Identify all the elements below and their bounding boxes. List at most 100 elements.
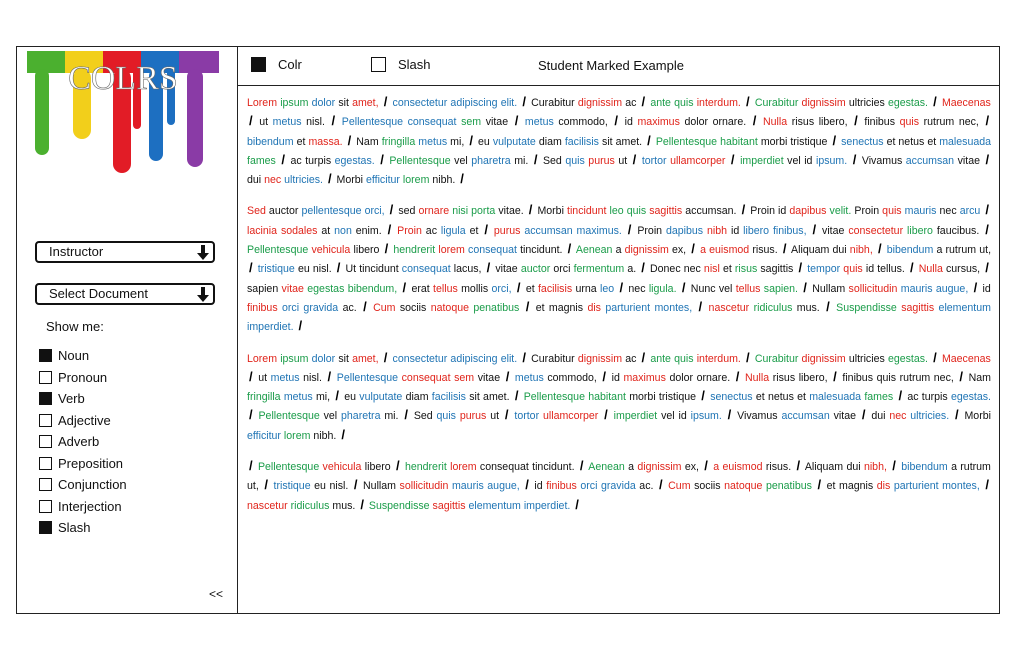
word-token: arcu [959,205,981,218]
option-checkbox[interactable] [39,499,52,513]
word-token: fames [247,154,276,167]
word-token: metus [270,371,300,384]
word-token: Aliquam dui [791,244,847,257]
slash-mark: / [602,368,607,384]
select-document-dropdown[interactable]: Select Document [35,283,215,305]
option-slash[interactable]: Slash [39,517,127,539]
slash-checkbox[interactable] [371,57,386,72]
colr-checkbox[interactable] [251,57,266,72]
option-checkbox[interactable] [39,392,52,406]
word-token: bibendum [886,244,934,257]
word-token: maximus [637,116,680,129]
option-checkbox[interactable] [39,478,52,492]
word-token: ridiculus [753,301,793,314]
slash-mark: / [701,388,705,404]
svg-text:COLRS: COLRS [68,60,178,97]
slash-mark: / [973,279,978,295]
word-token: vitae [957,154,980,167]
word-token: Nullam [812,282,846,295]
app-window: COLRS Instructor Select Document Show me… [16,46,1000,614]
word-token: lacus, [453,263,482,276]
option-conjunction[interactable]: Conjunction [39,474,127,496]
slash-mark: / [533,151,538,167]
word-token: egestas. [887,97,928,109]
collapse-sidebar-button[interactable]: << [209,587,223,601]
word-token: nisl. [306,116,325,129]
word-token: accumsan [905,154,955,167]
option-interjection[interactable]: Interjection [39,496,127,518]
word-token: nisi porta [452,205,496,218]
word-token: ipsum. [690,410,722,423]
word-token: bibendum [247,135,294,148]
word-token: ante quis [650,352,694,365]
slash-toggle[interactable]: Slash [371,57,431,72]
option-verb[interactable]: Verb [39,388,127,410]
word-token: Ut tincidunt [345,263,399,276]
word-token: id [730,224,740,237]
word-token: dignissim [624,244,669,257]
word-token: ullamcorper [542,410,599,423]
option-checkbox[interactable] [39,370,52,384]
slash-mark: / [627,221,632,237]
option-checkbox[interactable] [39,456,52,470]
word-token: et [296,135,306,148]
word-token: morbi tristique [629,391,697,404]
colr-toggle[interactable]: Colr [251,57,302,72]
option-noun[interactable]: Noun [39,345,127,367]
word-token: ligula. [648,282,677,295]
option-checkbox[interactable] [39,413,52,427]
word-token: id [611,371,620,384]
slash-mark: / [505,368,510,384]
option-adverb[interactable]: Adverb [39,431,127,453]
text-paragraph: Lorem ipsum dolor sit amet, / consectetu… [247,349,991,445]
slash-mark: / [384,241,389,257]
slash-mark: / [298,318,303,334]
word-token: lorem [283,429,311,442]
word-token: Sed [413,410,433,423]
option-pronoun[interactable]: Pronoun [39,367,127,389]
slash-mark: / [803,279,807,295]
word-token: leo [599,282,615,295]
word-token: vel [323,410,338,423]
sidebar: COLRS Instructor Select Document Show me… [17,47,238,613]
word-token: libero [907,224,933,237]
slash-mark: / [347,132,352,148]
slash-mark: / [380,151,384,167]
part-of-speech-options: Noun Pronoun Verb Adjective Adverb Prepositio… [39,345,127,539]
slash-mark: / [681,279,686,295]
word-token: dignissim [577,352,623,365]
slash-mark: / [933,94,937,109]
option-checkbox[interactable] [39,349,52,363]
word-token: nec [264,174,282,187]
word-token: Sed [247,205,266,218]
word-token: ac. [342,301,357,314]
word-token: sagittis [432,499,466,512]
option-preposition[interactable]: Preposition [39,453,127,475]
word-token: quis [565,154,585,167]
word-token: consectetur adipiscing elit. [392,352,518,365]
instructor-dropdown[interactable]: Instructor [35,241,215,263]
word-token: ut [259,116,269,129]
word-token: risus [734,263,758,276]
option-adjective[interactable]: Adjective [39,410,127,432]
word-token: hendrerit [404,461,447,474]
word-token: vulputate [359,391,403,404]
word-token: ac [625,97,637,109]
word-token: dignissim [577,97,623,109]
word-token: mauris [904,205,937,218]
slash-mark: / [746,349,750,365]
slash-mark: / [504,407,509,423]
word-token: nibh, [849,244,873,257]
word-token: Pellentesque [336,371,399,384]
word-token: et [722,263,732,276]
word-token: sit [338,97,349,109]
word-token: vitae. [498,205,524,218]
word-token: metus [524,116,554,129]
option-checkbox[interactable] [39,435,52,449]
word-token: interdum. [696,97,741,109]
word-token: hendrerit [393,244,436,257]
option-checkbox[interactable] [39,521,52,535]
word-token: mus. [796,301,820,314]
word-token: dolor ornare. [684,116,747,129]
word-token: Proin id [750,205,787,218]
